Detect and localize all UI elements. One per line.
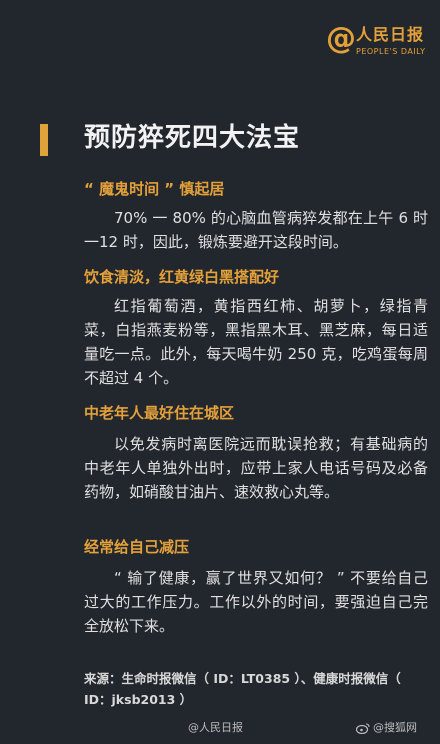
section-2-body: 红指葡萄酒，黄指西红柿、胡萝卜，绿指青菜，白指燕麦粉等，黑指黑木耳、黑芝麻，每日…	[84, 297, 428, 387]
logo-at-symbol: @	[326, 21, 356, 56]
section-3-body: 以免发病时离医院远而耽误抢救；有基础病的中老年人单独外出时，应带上家人电话号码及…	[84, 435, 428, 501]
footer-site: @搜狐网	[356, 720, 417, 736]
logo-name-en: PEOPLE'S DAILY	[356, 47, 426, 56]
footer-watermark: @人民日报	[188, 721, 243, 734]
logo-name-cn: 人民日报	[356, 25, 425, 44]
peoples-daily-logo: @ 人民日报 PEOPLE'S DAILY	[326, 22, 430, 62]
section-4-heading: 经常给自己减压	[84, 538, 190, 556]
section-3-heading: 中老年人最好住在城区	[84, 404, 235, 422]
section-1-body: 70% 一 80% 的心脑血管病猝发都在上午 6 时一12 时，因此，锻炼要避开…	[84, 209, 428, 251]
section-1-heading: “ 魔鬼时间 ” 慎起居	[84, 180, 225, 198]
title-accent-bar	[40, 124, 48, 156]
page-title: 预防猝死四大法宝	[84, 123, 301, 153]
weibo-icon	[356, 722, 370, 734]
source-credit: 来源：生命时报微信（ ID：LT0385 ）、健康时报微信（ ID：jksb20…	[84, 671, 401, 707]
section-2-heading: 饮食清淡，红黄绿白黑搭配好	[84, 268, 280, 286]
section-4-body: “ 输了健康，赢了世界又如何？ ” 不要给自己过大的工作压力。工作以外的时间，要…	[84, 569, 428, 635]
footer-site-label: @搜狐网	[373, 721, 417, 734]
